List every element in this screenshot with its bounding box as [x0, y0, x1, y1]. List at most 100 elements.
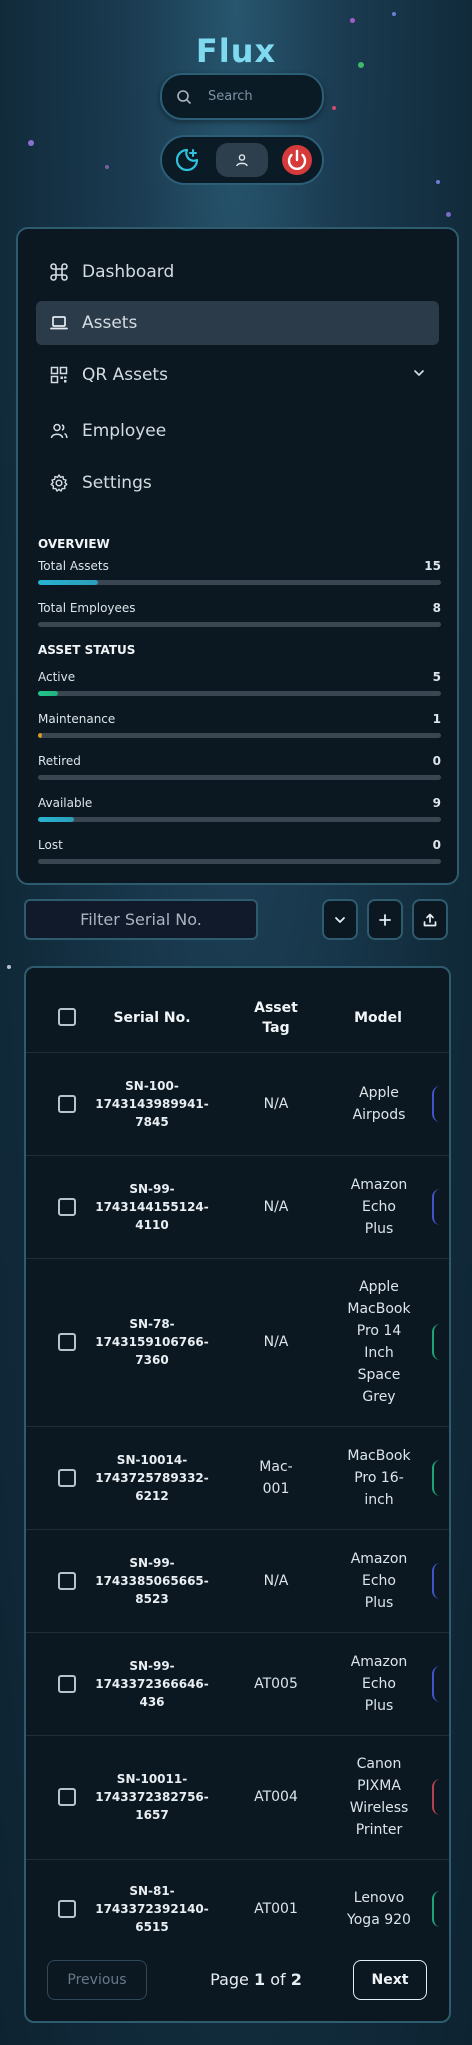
cell-line: Amazon: [350, 1176, 408, 1193]
cell-line: 1743372392140-: [95, 1901, 209, 1916]
cell-line: AT005: [254, 1675, 298, 1692]
sidebar-item-assets[interactable]: Assets: [36, 301, 439, 345]
cell-serial-number: SN-99- 1743144155124- 4110: [86, 1180, 218, 1234]
sidebar-item-employee[interactable]: Employee: [36, 409, 439, 453]
column-header-serial[interactable]: Serial No.: [96, 1008, 208, 1028]
column-header-asset-tag-line2: Tag: [262, 1020, 290, 1036]
row-divider: [26, 1859, 449, 1860]
add-asset-button[interactable]: [367, 899, 403, 940]
stat-label: Total Employees: [38, 601, 136, 615]
user-icon: [235, 153, 249, 167]
background-sparkle: [436, 180, 440, 184]
cell-model: Amazon Echo Plus: [329, 1651, 429, 1717]
cell-model: Amazon Echo Plus: [329, 1174, 429, 1240]
row-divider: [26, 1529, 449, 1530]
progress-bar: [38, 691, 441, 696]
row-checkbox[interactable]: [58, 1674, 76, 1693]
progress-bar: [38, 580, 441, 585]
cell-line: SN-10011-: [116, 1772, 188, 1786]
cell-model: Apple MacBook Pro 14 Inch Space Grey: [329, 1276, 429, 1408]
total-pages: 2: [290, 1970, 302, 1989]
background-sparkle: [350, 18, 355, 23]
row-checkbox[interactable]: [58, 1571, 76, 1590]
row-checkbox[interactable]: [58, 1468, 76, 1487]
progress-bar: [38, 733, 441, 738]
upload-icon: [422, 912, 438, 928]
column-header-asset-tag[interactable]: Asset Tag: [238, 998, 314, 1038]
stat-value: 9: [432, 796, 441, 810]
sidebar-item-dashboard[interactable]: Dashboard: [36, 250, 439, 294]
theme-toggle-button[interactable]: [168, 141, 206, 179]
select-all-checkbox[interactable]: [58, 1008, 76, 1026]
power-icon: [280, 143, 314, 177]
row-divider: [26, 1426, 449, 1427]
stat-active: Active 5: [38, 670, 441, 684]
previous-page-button[interactable]: Previous: [47, 1960, 147, 2000]
overview-title: OVERVIEW: [38, 537, 110, 551]
export-button[interactable]: [412, 899, 448, 940]
cell-line: Grey: [362, 1389, 396, 1405]
status-indicator: [432, 1188, 440, 1225]
cell-line: 7845: [135, 1114, 169, 1129]
stat-label: Maintenance: [38, 712, 116, 726]
stat-label: Available: [38, 796, 93, 810]
cell-line: Pro 14: [356, 1323, 402, 1339]
sidebar-item-qr-assets[interactable]: QR Assets: [36, 353, 439, 397]
sidebar-item-label: Assets: [82, 313, 138, 333]
stat-lost: Lost 0: [38, 838, 441, 852]
cell-model: Lenovo Yoga 920: [329, 1887, 429, 1931]
cell-line: SN-99-: [129, 1658, 175, 1673]
cell-asset-tag: AT001: [236, 1898, 316, 1920]
cell-line: Echo: [362, 1572, 396, 1589]
chevron-down-icon: [411, 365, 427, 386]
cell-line: 1743385065665-: [95, 1573, 209, 1588]
row-checkbox[interactable]: [58, 1333, 76, 1351]
cell-line: Echo: [362, 1198, 396, 1215]
cell-line: Yoga 920: [347, 1911, 411, 1928]
cell-line: Wireless: [349, 1800, 409, 1816]
progress-fill: [38, 691, 59, 696]
current-page: 1: [253, 1970, 266, 1989]
cell-line: 6212: [135, 1488, 169, 1503]
logout-button[interactable]: [278, 141, 316, 179]
cell-line: 1743144155124-: [95, 1199, 209, 1214]
cell-serial-number: SN-10011- 1743372382756- 1657: [86, 1770, 218, 1824]
cell-serial-number: SN-99- 1743385065665- 8523: [86, 1554, 218, 1608]
column-header-model[interactable]: Model: [338, 1008, 418, 1028]
profile-button[interactable]: [216, 143, 268, 177]
progress-bar: [38, 775, 441, 780]
search-box[interactable]: Search: [160, 73, 324, 120]
stat-label: Total Assets: [38, 559, 109, 573]
stat-value: 1: [432, 712, 441, 726]
cell-line: AT004: [254, 1789, 298, 1805]
cell-serial-number: SN-99- 1743372366646- 436: [86, 1657, 218, 1711]
cell-serial-number: SN-81- 1743372392140- 6515: [86, 1882, 218, 1936]
cell-line: SN-99-: [129, 1555, 175, 1570]
row-divider: [26, 1155, 449, 1156]
row-checkbox[interactable]: [58, 1197, 76, 1216]
row-checkbox[interactable]: [58, 1899, 76, 1918]
cell-serial-number: SN-78- 1743159106766- 7360: [86, 1315, 218, 1369]
status-indicator: [432, 1562, 440, 1599]
column-dropdown-button[interactable]: [322, 899, 358, 940]
cell-line: Inch: [364, 1345, 394, 1361]
background-sparkle: [332, 106, 336, 110]
cell-line: Lenovo: [353, 1889, 405, 1906]
cell-line: SN-78-: [129, 1317, 175, 1331]
row-checkbox[interactable]: [58, 1094, 76, 1113]
cell-line: 7360: [135, 1353, 169, 1367]
cell-line: SN-100-: [125, 1078, 179, 1093]
next-page-button[interactable]: Next: [353, 1960, 427, 2000]
cell-line: Printer: [355, 1822, 403, 1838]
filter-serial-input[interactable]: Filter Serial No.: [24, 899, 258, 940]
page-word: Page: [210, 1970, 249, 1989]
assets-table: Serial No. Asset Tag Model SN-100- 174314…: [24, 966, 451, 2023]
cell-line: Amazon: [350, 1653, 408, 1670]
stat-value: 15: [424, 559, 441, 573]
cell-line: 001: [262, 1480, 290, 1497]
sidebar-item-settings[interactable]: Settings: [36, 461, 439, 505]
cell-line: N/A: [263, 1334, 289, 1350]
cell-line: 1743372366646-: [95, 1676, 209, 1691]
row-checkbox[interactable]: [58, 1788, 76, 1806]
sidebar-item-label: Employee: [82, 421, 167, 441]
